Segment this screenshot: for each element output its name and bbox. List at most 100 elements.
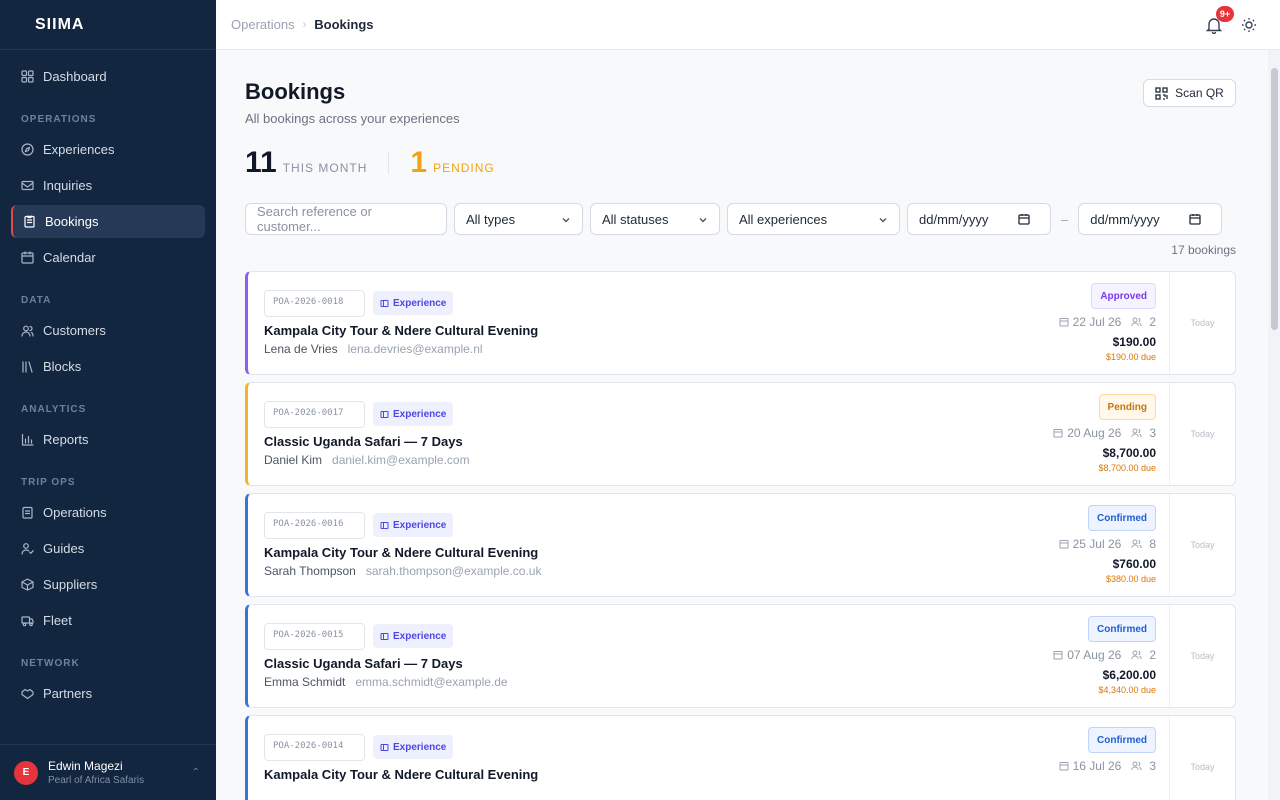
booking-card[interactable]: POA-2026-0016 Experience Kampala City To… xyxy=(245,493,1236,597)
booking-card[interactable]: POA-2026-0018 Experience Kampala City To… xyxy=(245,271,1236,375)
date-from-input[interactable]: dd/mm/yyyy xyxy=(907,203,1051,235)
booking-price: $6,200.00 xyxy=(1102,668,1156,682)
booking-title: Kampala City Tour & Ndere Cultural Eveni… xyxy=(264,323,539,338)
scan-qr-button[interactable]: Scan QR xyxy=(1143,79,1236,107)
booking-card[interactable]: POA-2026-0017 Experience Classic Uganda … xyxy=(245,382,1236,486)
calendar-icon xyxy=(21,251,34,264)
sidebar-item-label: Experiences xyxy=(43,142,115,157)
sidebar-item-label: Guides xyxy=(43,541,85,556)
reports-icon xyxy=(21,433,34,446)
sidebar-nav: Dashboard OPERATIONS Experiences Inquiries… xyxy=(0,50,216,723)
user-name: Edwin Magezi xyxy=(48,759,123,773)
pax-count: 3 xyxy=(1131,759,1156,773)
booking-title: Classic Uganda Safari — 7 Days xyxy=(264,434,463,449)
booking-type-label: Experience xyxy=(393,297,447,309)
booking-reference: POA-2026-0015 xyxy=(264,623,365,650)
scrollbar[interactable] xyxy=(1268,50,1280,800)
sidebar-item-label: Reports xyxy=(43,432,89,447)
status-badge: Pending xyxy=(1098,394,1156,420)
booking-customer: Lena de Vries lena.devries@example.nl xyxy=(264,342,483,356)
pax-value: 3 xyxy=(1149,759,1156,773)
stats-summary: 11 THIS MONTH 1 PENDING xyxy=(245,146,1236,180)
pax-count: 8 xyxy=(1131,537,1156,551)
booking-customer xyxy=(264,786,274,800)
bookings-count: 17 bookings xyxy=(1171,243,1236,257)
users-icon xyxy=(1131,761,1142,771)
booking-when: Today xyxy=(1169,605,1235,707)
date-to-input[interactable]: dd/mm/yyyy xyxy=(1078,203,1223,235)
sun-icon[interactable] xyxy=(1241,17,1257,33)
sidebar-item-label: Fleet xyxy=(43,613,72,628)
breadcrumb-parent[interactable]: Operations xyxy=(231,17,295,32)
section-label: DATA xyxy=(21,295,52,306)
calendar-icon xyxy=(1059,540,1069,549)
sidebar-item-blocks[interactable]: Blocks xyxy=(11,350,205,383)
suppliers-icon xyxy=(21,578,34,591)
pending-count: 1 xyxy=(410,146,428,179)
section-label: ANALYTICS xyxy=(21,404,87,415)
calendar-icon xyxy=(1053,429,1063,438)
type-select[interactable]: All types xyxy=(454,203,583,235)
experience-select[interactable]: All experiences xyxy=(727,203,900,235)
pending-label: PENDING xyxy=(433,161,495,175)
experiences-icon xyxy=(21,143,34,156)
booking-meta: 20 Aug 26 3 xyxy=(1053,426,1156,440)
pax-count: 2 xyxy=(1131,315,1156,329)
customers-icon xyxy=(21,324,34,337)
sidebar-item-label: Customers xyxy=(43,323,106,338)
amount-due: $8,700.00 due xyxy=(1098,463,1156,473)
sidebar-item-fleet[interactable]: Fleet xyxy=(11,604,205,637)
booking-type-label: Experience xyxy=(393,408,447,420)
date-from-value: dd/mm/yyyy xyxy=(919,211,989,227)
avatar: E xyxy=(14,760,38,785)
inquiries-icon xyxy=(21,179,34,192)
bookings-list: POA-2026-0018 Experience Kampala City To… xyxy=(245,271,1236,800)
booking-meta: 07 Aug 26 2 xyxy=(1053,648,1156,662)
sidebar-item-calendar[interactable]: Calendar xyxy=(11,241,205,274)
status-select[interactable]: All statuses xyxy=(590,203,720,235)
customer-email: daniel.kim@example.com xyxy=(332,453,470,467)
status-badge: Confirmed xyxy=(1088,616,1156,642)
customer-name: Lena de Vries xyxy=(264,342,338,356)
booking-customer: Daniel Kim daniel.kim@example.com xyxy=(264,453,470,467)
booking-customer: Sarah Thompson sarah.thompson@example.co.… xyxy=(264,564,541,578)
booking-card[interactable]: POA-2026-0015 Experience Classic Uganda … xyxy=(245,604,1236,708)
booking-card[interactable]: POA-2026-0014 Experience Kampala City To… xyxy=(245,715,1236,800)
booking-meta: 16 Jul 26 3 xyxy=(1059,759,1156,773)
user-menu[interactable]: E Edwin Magezi Pearl of Africa Safaris ⌃ xyxy=(0,744,216,800)
booking-reference: POA-2026-0016 xyxy=(264,512,365,539)
notification-badge: 9+ xyxy=(1216,6,1234,22)
app-logo[interactable]: SIIMA xyxy=(0,0,216,50)
booking-title: Kampala City Tour & Ndere Cultural Eveni… xyxy=(264,767,539,782)
customer-email: emma.schmidt@example.de xyxy=(355,675,508,689)
sidebar-item-suppliers[interactable]: Suppliers xyxy=(11,568,205,601)
sidebar-item-bookings[interactable]: Bookings xyxy=(11,205,205,238)
type-select-value: All types xyxy=(466,211,516,227)
pax-count: 3 xyxy=(1131,426,1156,440)
blocks-icon xyxy=(21,360,34,373)
booking-date: 25 Jul 26 xyxy=(1072,537,1122,551)
booking-reference: POA-2026-0017 xyxy=(264,401,365,428)
sidebar-item-dashboard[interactable]: Dashboard xyxy=(11,60,205,93)
sidebar-item-customers[interactable]: Customers xyxy=(11,314,205,347)
amount-due: $190.00 due xyxy=(1105,352,1156,362)
sidebar-item-partners[interactable]: Partners xyxy=(11,677,205,710)
sidebar-item-reports[interactable]: Reports xyxy=(11,423,205,456)
sidebar-item-label: Inquiries xyxy=(43,178,93,193)
sidebar-item-operations[interactable]: Operations xyxy=(11,496,205,529)
pax-value: 2 xyxy=(1149,315,1156,329)
chevron-down-icon xyxy=(699,218,707,223)
calendar-icon xyxy=(1018,214,1030,225)
sidebar-item-experiences[interactable]: Experiences xyxy=(11,133,205,166)
ticket-icon xyxy=(380,521,389,529)
customer-name: Sarah Thompson xyxy=(264,564,356,578)
sidebar-item-guides[interactable]: Guides xyxy=(11,532,205,565)
ticket-icon xyxy=(380,299,389,307)
pax-value: 2 xyxy=(1149,648,1156,662)
customer-email: lena.devries@example.nl xyxy=(347,342,483,356)
scrollbar-thumb[interactable] xyxy=(1271,68,1278,330)
booking-reference: POA-2026-0018 xyxy=(264,290,365,317)
booking-date: 07 Aug 26 xyxy=(1067,648,1122,662)
search-input[interactable]: Search reference or customer... xyxy=(245,203,447,235)
sidebar-item-inquiries[interactable]: Inquiries xyxy=(11,169,205,202)
